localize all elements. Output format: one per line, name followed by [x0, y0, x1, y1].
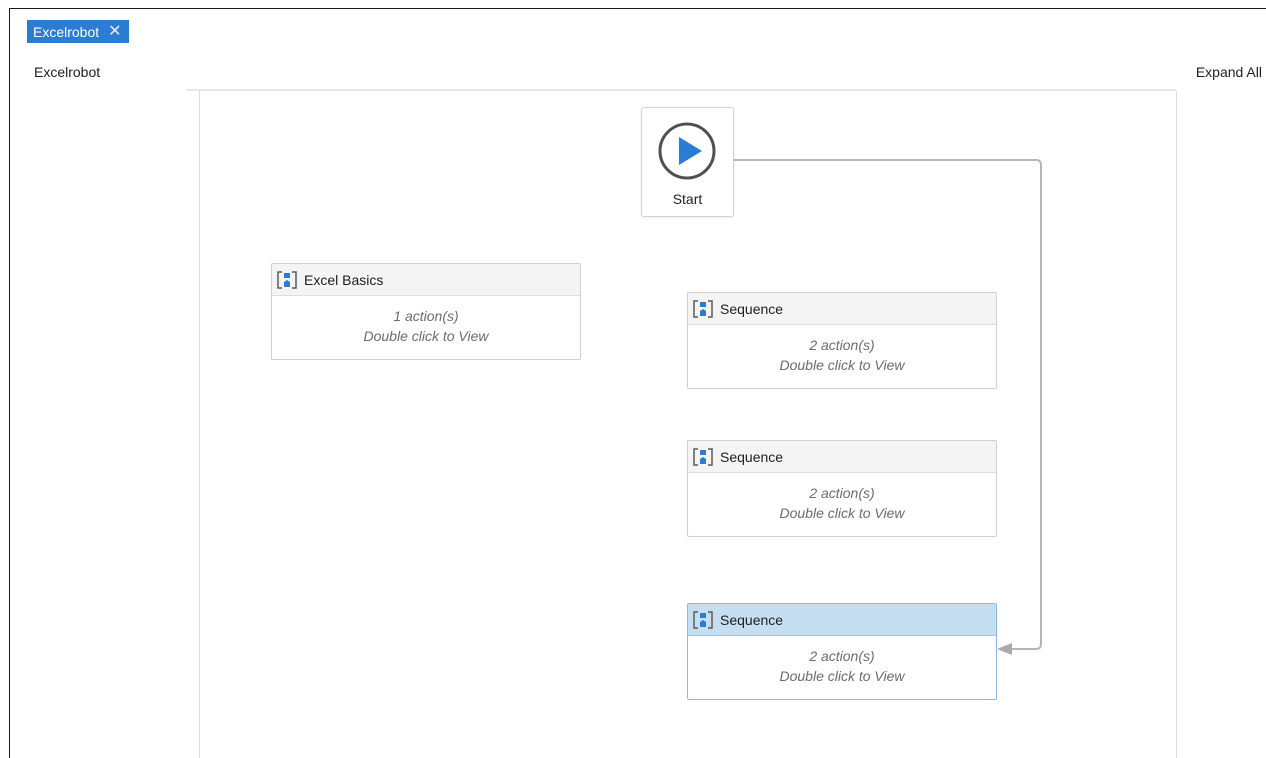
activity-header: Sequence — [688, 293, 996, 325]
activity-summary: 2 action(s) Double click to View — [688, 473, 996, 523]
double-click-hint: Double click to View — [779, 505, 905, 521]
start-label: Start — [672, 191, 703, 207]
activity-sequence-2[interactable]: Sequence 2 action(s) Double click to Vie… — [687, 440, 997, 537]
activity-title: Sequence — [720, 448, 784, 465]
activity-title: Excel Basics — [304, 271, 384, 288]
expand-all-button[interactable]: Expand All — [1196, 64, 1262, 80]
window-frame-left — [9, 8, 10, 758]
tab-title: Excelrobot — [33, 23, 100, 40]
document-tab-strip: Excelrobot ✕ — [10, 9, 1266, 55]
sequence-icon — [277, 270, 297, 289]
activity-title: Sequence — [720, 611, 784, 628]
double-click-hint: Double click to View — [779, 357, 905, 373]
action-count: 2 action(s) — [809, 648, 875, 664]
activity-header: Sequence — [688, 441, 996, 473]
activity-header: Sequence — [688, 604, 996, 636]
activity-sequence-3[interactable]: Sequence 2 action(s) Double click to Vie… — [687, 603, 997, 700]
tab-excelrobot[interactable]: Excelrobot ✕ — [27, 20, 129, 43]
action-count: 1 action(s) — [393, 308, 459, 324]
activity-header: Excel Basics — [272, 264, 580, 296]
close-icon[interactable]: ✕ — [108, 23, 121, 40]
action-count: 2 action(s) — [809, 337, 875, 353]
sequence-icon — [693, 447, 713, 466]
designer-breadcrumb-bar: Excelrobot Expand All — [10, 47, 1266, 89]
double-click-hint: Double click to View — [363, 328, 489, 344]
activity-excel-basics[interactable]: Excel Basics 1 action(s) Double click to… — [271, 263, 581, 360]
start-node[interactable]: Start — [641, 107, 734, 217]
activity-title: Sequence — [720, 300, 784, 317]
activity-sequence-1[interactable]: Sequence 2 action(s) Double click to Vie… — [687, 292, 997, 389]
play-circle-icon — [658, 122, 716, 180]
activity-summary: 2 action(s) Double click to View — [688, 636, 996, 686]
activity-summary: 2 action(s) Double click to View — [688, 325, 996, 375]
double-click-hint: Double click to View — [779, 668, 905, 684]
sequence-icon — [693, 299, 713, 318]
action-count: 2 action(s) — [809, 485, 875, 501]
breadcrumb[interactable]: Excelrobot — [34, 64, 100, 80]
sequence-icon — [693, 610, 713, 629]
activity-summary: 1 action(s) Double click to View — [272, 296, 580, 346]
